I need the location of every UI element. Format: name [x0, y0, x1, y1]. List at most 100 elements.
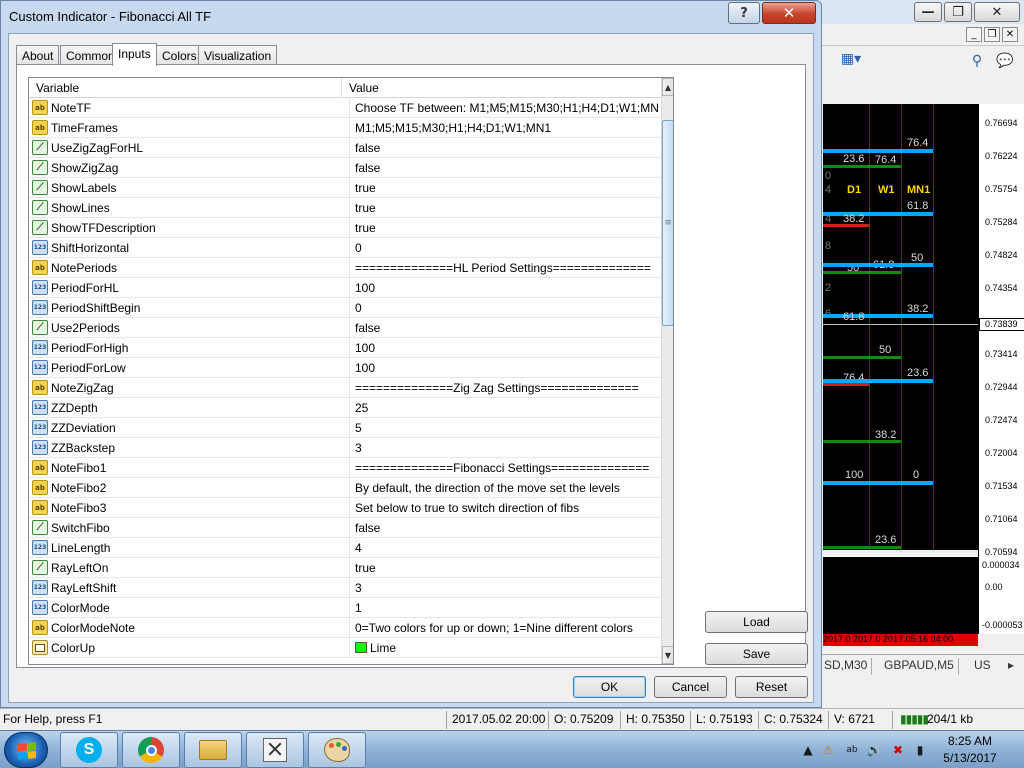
scroll-up-icon[interactable]: ▲ — [662, 78, 673, 96]
table-row[interactable]: ⟋ RayLeftOn true — [29, 558, 661, 578]
variable-value[interactable]: true — [349, 178, 659, 197]
column-header-variable[interactable]: Variable — [29, 78, 341, 98]
variable-value[interactable]: Lime — [349, 638, 659, 657]
chat-icon[interactable]: 💬 — [996, 52, 1014, 70]
table-row[interactable]: ⟋ ShowTFDescription true — [29, 218, 661, 238]
variable-value[interactable]: ==============HL Period Settings========… — [349, 258, 659, 277]
network-disconnected-icon[interactable]: ✖ — [890, 742, 906, 758]
scroll-thumb[interactable]: ≡ — [662, 120, 673, 326]
chart-tab[interactable]: SD,M30 — [820, 658, 873, 675]
table-row[interactable]: 123 PeriodForHigh 100 — [29, 338, 661, 358]
table-row[interactable]: 123 RayLeftShift 3 — [29, 578, 661, 598]
table-row[interactable]: ⟋ ShowLabels true — [29, 178, 661, 198]
load-button[interactable]: Load — [705, 611, 808, 633]
help-button[interactable]: ? — [728, 2, 760, 24]
table-row[interactable]: 123 ColorMode 1 — [29, 598, 661, 618]
variable-value[interactable]: ==============Fibonacci Settings========… — [349, 458, 659, 477]
variable-value[interactable]: false — [349, 158, 659, 177]
table-row[interactable]: ab NotePeriods ==============HL Period Set… — [29, 258, 661, 278]
cancel-button[interactable]: Cancel — [654, 676, 727, 698]
table-row[interactable]: ab NoteFibo2 By default, the direction of … — [29, 478, 661, 498]
tab-colors[interactable]: Colors — [156, 45, 203, 65]
table-row[interactable]: 123 LineLength 4 — [29, 538, 661, 558]
variable-value[interactable]: true — [349, 558, 659, 577]
reset-button[interactable]: Reset — [735, 676, 808, 698]
volume-icon[interactable]: 🔊 — [866, 742, 882, 758]
terminal-minimize-button[interactable]: — — [914, 2, 942, 22]
chart-close-button[interactable]: ✕ — [1002, 27, 1018, 42]
table-row[interactable]: ⟋ Use2Periods false — [29, 318, 661, 338]
paint-icon[interactable] — [308, 732, 366, 768]
table-row[interactable]: ab TimeFrames M1;M5;M15;M30;H1;H4;D1;W1;MN… — [29, 118, 661, 138]
table-row[interactable]: ab NoteFibo3 Set below to true to switch d… — [29, 498, 661, 518]
file-explorer-icon[interactable] — [184, 732, 242, 768]
variable-value[interactable]: 4 — [349, 538, 659, 557]
variable-value[interactable]: 100 — [349, 278, 659, 297]
table-row[interactable]: ab NoteZigZag ==============Zig Zag Settin… — [29, 378, 661, 398]
terminal-close-button[interactable]: ✕ — [974, 2, 1020, 22]
chart-minimize-button[interactable]: _ — [966, 27, 982, 42]
variable-value[interactable]: 5 — [349, 418, 659, 437]
network-warning-icon[interactable]: ⚠ — [820, 742, 836, 758]
table-row[interactable]: ab NoteTF Choose TF between: M1;M5;M15;M30… — [29, 98, 661, 118]
start-button[interactable] — [4, 732, 48, 768]
indicator-subwindow[interactable] — [823, 556, 978, 634]
chart-tab[interactable]: GBPAUD,M5 — [880, 658, 959, 675]
language-icon[interactable]: ab — [844, 742, 860, 758]
chart-restore-button[interactable]: ❐ — [984, 27, 1000, 42]
variable-value[interactable]: Choose TF between: M1;M5;M15;M30;H1;H4;D… — [349, 98, 659, 117]
ok-button[interactable]: OK — [573, 676, 646, 698]
taskbar-clock[interactable]: 8:25 AM 5/13/2017 — [930, 733, 1010, 767]
chrome-icon[interactable] — [122, 732, 180, 768]
save-button[interactable]: Save — [705, 643, 808, 665]
tab-scroll-right-icon[interactable]: ▸ — [1004, 658, 1018, 675]
variable-value[interactable]: ==============Zig Zag Settings==========… — [349, 378, 659, 397]
variable-value[interactable]: 0 — [349, 238, 659, 257]
table-row[interactable]: 123 ZZDepth 25 — [29, 398, 661, 418]
table-row[interactable]: 123 PeriodForLow 100 — [29, 358, 661, 378]
variable-value[interactable]: true — [349, 198, 659, 217]
table-row[interactable]: 123 PeriodShiftBegin 0 — [29, 298, 661, 318]
variable-value[interactable]: 0=Two colors for up or down; 1=Nine diff… — [349, 618, 659, 637]
table-row[interactable]: ⟋ SwitchFibo false — [29, 518, 661, 538]
variable-value[interactable]: 3 — [349, 578, 659, 597]
variable-value[interactable]: 1 — [349, 598, 659, 617]
power-icon[interactable]: ▮ — [912, 742, 928, 758]
variable-value[interactable]: false — [349, 518, 659, 537]
variable-value[interactable]: 25 — [349, 398, 659, 417]
variable-value[interactable]: true — [349, 218, 659, 237]
chart-template-icon[interactable]: ▦▾ — [838, 50, 864, 68]
variable-value[interactable]: 0 — [349, 298, 659, 317]
table-row[interactable]: ab NoteFibo1 ==============Fibonacci Setti… — [29, 458, 661, 478]
chart-tab[interactable]: US — [970, 658, 995, 675]
table-row[interactable]: 123 ZZDeviation 5 — [29, 418, 661, 438]
variable-value[interactable]: Set below to true to switch direction of… — [349, 498, 659, 517]
variable-value[interactable]: M1;M5;M15;M30;H1;H4;D1;W1;MN1 — [349, 118, 659, 137]
metatrader-icon[interactable]: ⨉ — [246, 732, 304, 768]
variable-value[interactable]: 100 — [349, 358, 659, 377]
table-row[interactable]: ⟋ ShowZigZag false — [29, 158, 661, 178]
skype-icon[interactable]: S — [60, 732, 118, 768]
tab-about[interactable]: About — [16, 45, 60, 65]
variable-value[interactable]: false — [349, 138, 659, 157]
table-row[interactable]: ColorUp Lime — [29, 638, 661, 658]
table-row[interactable]: 123 PeriodForHL 100 — [29, 278, 661, 298]
tab-inputs[interactable]: Inputs — [112, 43, 157, 66]
table-row[interactable]: 123 ShiftHorizontal 0 — [29, 238, 661, 258]
price-chart[interactable]: D1 W1 MN1 0 4 4 8 2 6 76.4 23.6 76.4 61.… — [823, 104, 978, 550]
dialog-close-button[interactable]: ✕ — [762, 2, 816, 24]
table-row[interactable]: 123 ZZBackstep 3 — [29, 438, 661, 458]
scroll-down-icon[interactable]: ▼ — [662, 646, 673, 664]
variable-value[interactable]: 100 — [349, 338, 659, 357]
terminal-restore-button[interactable]: ❐ — [944, 2, 972, 22]
search-icon[interactable]: ⚲ — [968, 52, 986, 70]
table-row[interactable]: ab ColorModeNote 0=Two colors for up or do… — [29, 618, 661, 638]
table-row[interactable]: ⟋ ShowLines true — [29, 198, 661, 218]
show-hidden-icons-icon[interactable]: ▲ — [800, 742, 816, 758]
tab-visualization[interactable]: Visualization — [198, 45, 278, 65]
column-header-value[interactable]: Value — [341, 78, 661, 98]
variable-value[interactable]: 3 — [349, 438, 659, 457]
variable-value[interactable]: false — [349, 318, 659, 337]
table-row[interactable]: ⟋ UseZigZagForHL false — [29, 138, 661, 158]
grid-scrollbar[interactable]: ▲ ≡ ▼ — [661, 78, 673, 664]
